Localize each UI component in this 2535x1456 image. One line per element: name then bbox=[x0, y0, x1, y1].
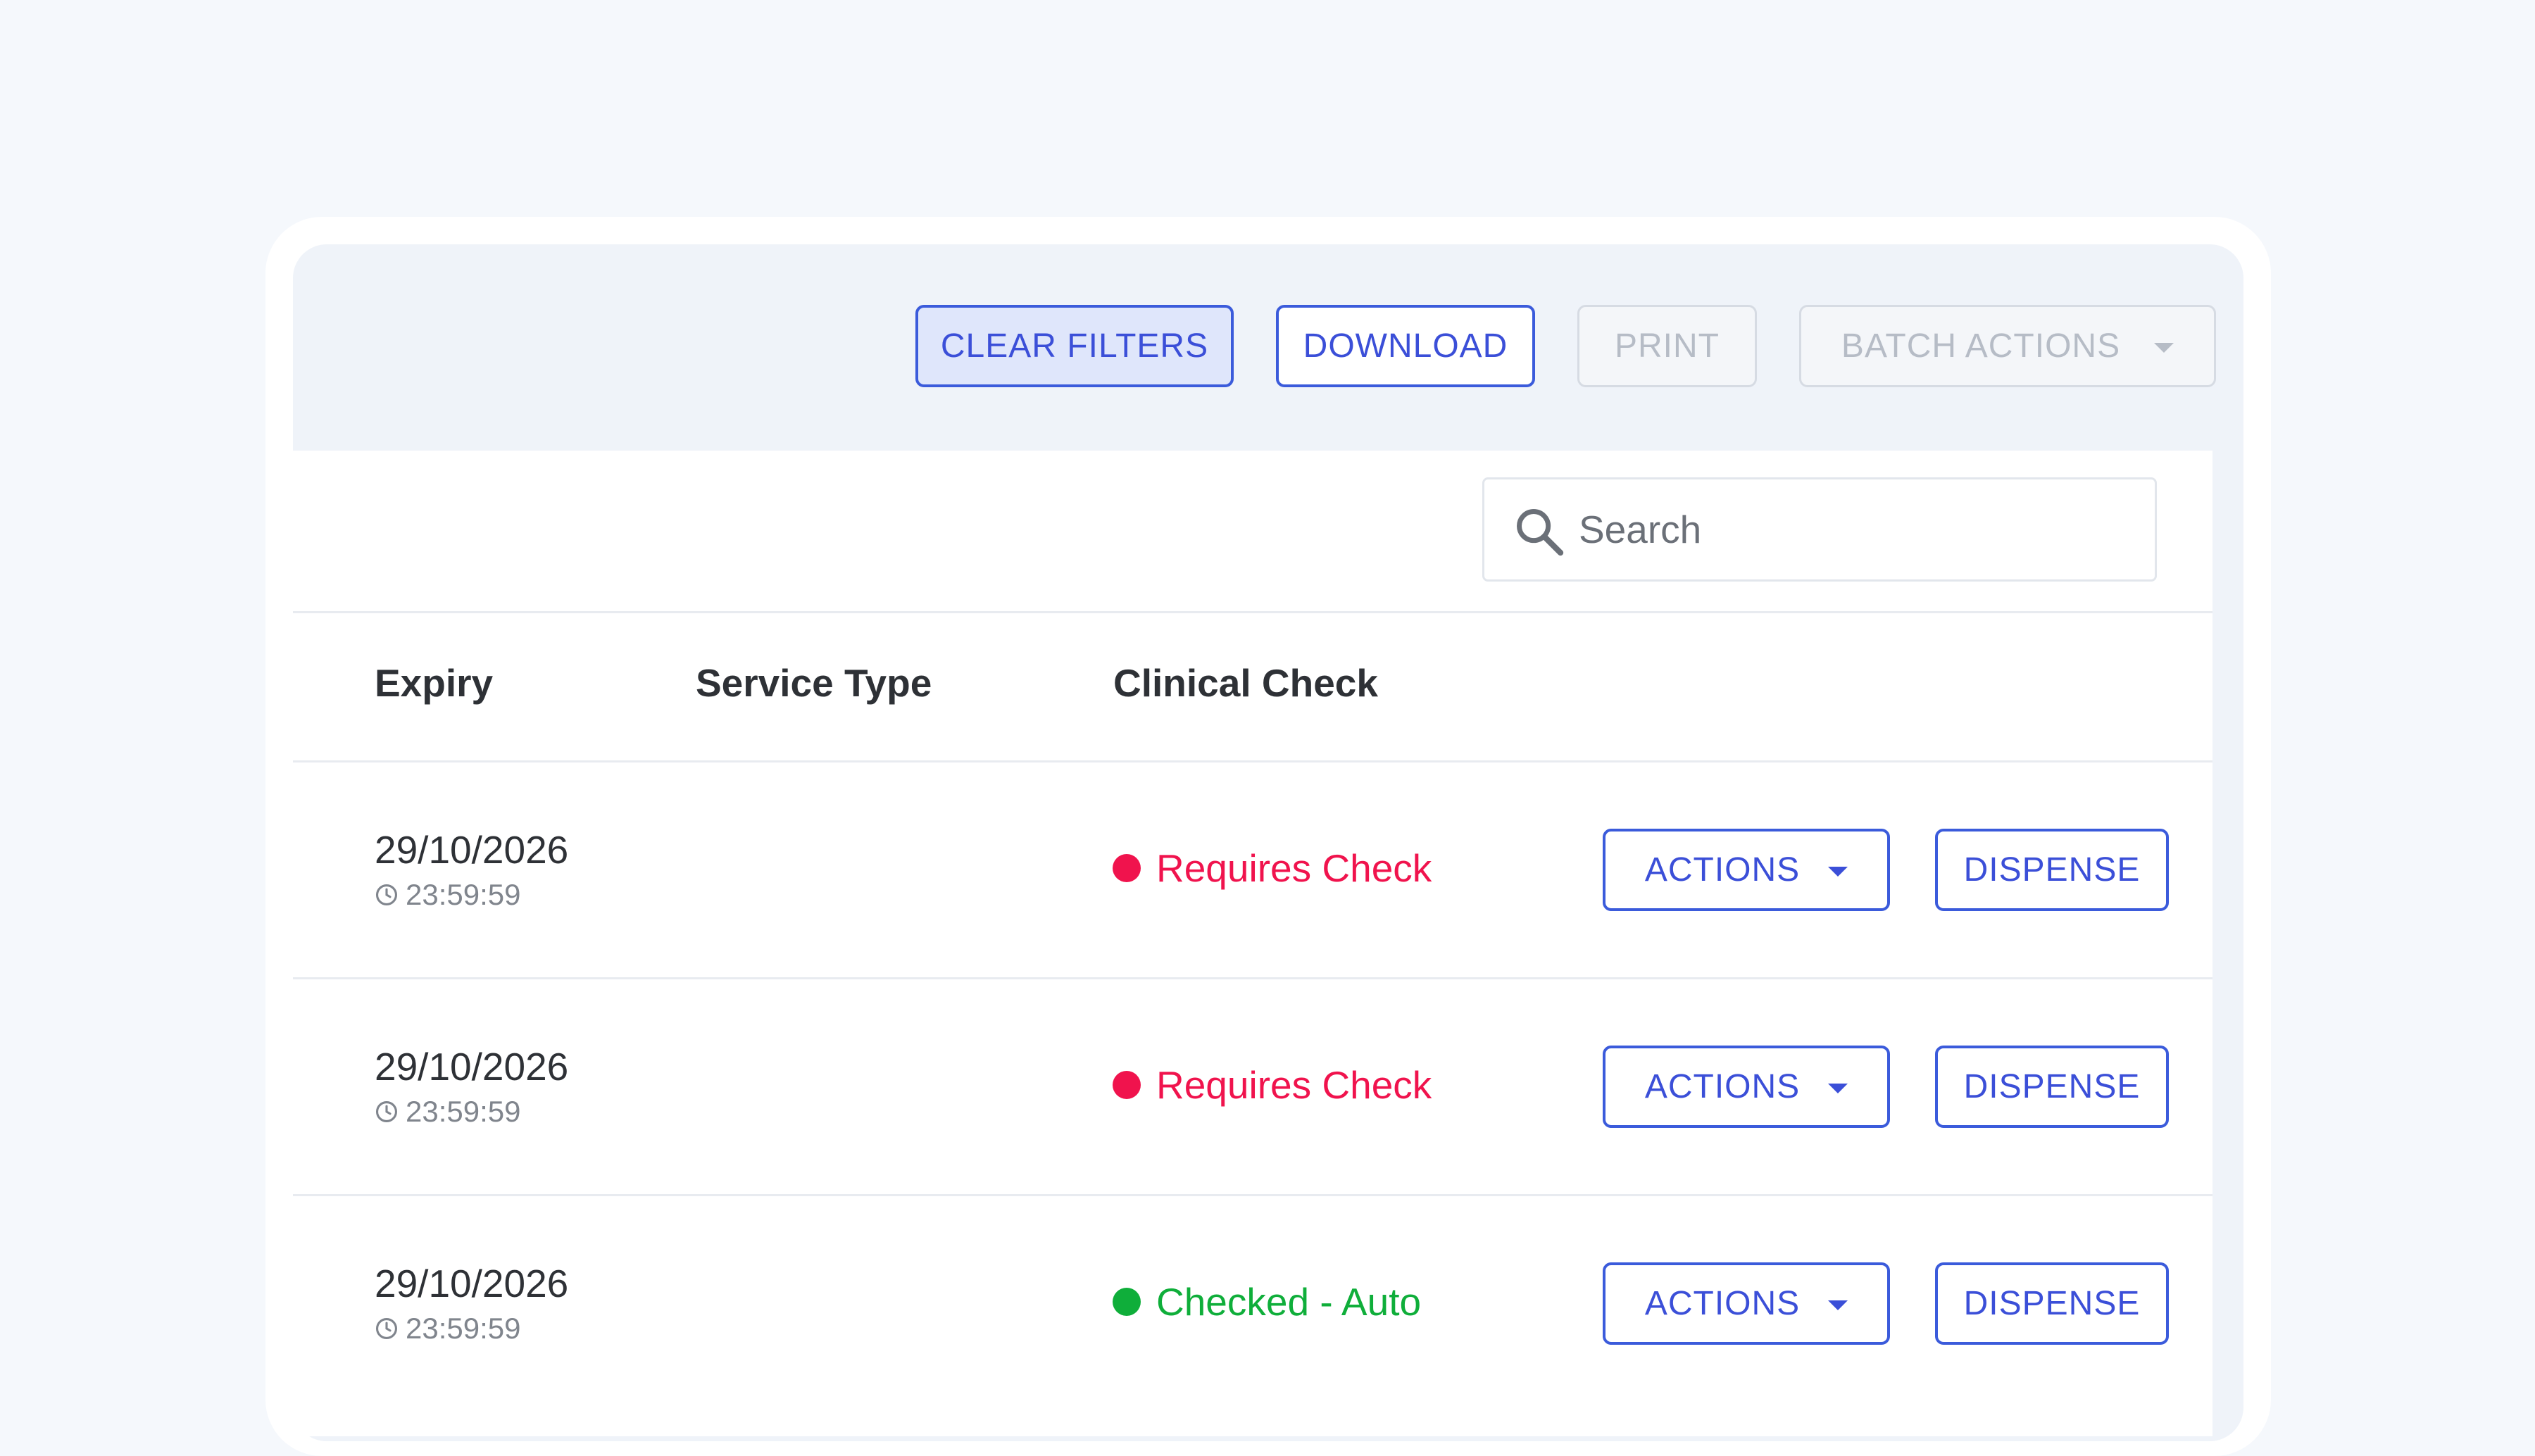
dispense-button[interactable]: DISPENSE bbox=[1935, 1262, 2169, 1345]
status-dot-icon bbox=[1113, 1288, 1141, 1316]
download-button[interactable]: DOWNLOAD bbox=[1276, 305, 1535, 387]
actions-label: ACTIONS bbox=[1644, 1068, 1801, 1105]
batch-actions-label: BATCH ACTIONS bbox=[1841, 327, 2121, 365]
expiry-date: 29/10/2026 bbox=[375, 1045, 569, 1088]
clinical-check-text: Requires Check bbox=[1156, 846, 1432, 890]
dispense-label: DISPENSE bbox=[1963, 1068, 2141, 1105]
download-label: DOWNLOAD bbox=[1303, 327, 1508, 365]
clinical-check-status: Checked - Auto bbox=[1113, 1274, 1421, 1330]
table-row: 29/10/2026 23:59:59 Requires Check ACTIO… bbox=[293, 979, 2212, 1194]
dispense-label: DISPENSE bbox=[1963, 851, 2141, 889]
divider bbox=[293, 611, 2212, 613]
print-button[interactable]: PRINT bbox=[1577, 305, 1757, 387]
print-label: PRINT bbox=[1615, 327, 1720, 365]
column-header-clinical-check[interactable]: Clinical Check bbox=[1113, 655, 1378, 711]
expiry-date: 29/10/2026 bbox=[375, 1262, 569, 1305]
search-placeholder: Search bbox=[1579, 508, 1702, 551]
expiry-time: 23:59:59 bbox=[375, 1309, 521, 1348]
clinical-check-text: Requires Check bbox=[1156, 1063, 1432, 1107]
clinical-check-status: Requires Check bbox=[1113, 1057, 1432, 1113]
clear-filters-button[interactable]: CLEAR FILTERS bbox=[915, 305, 1234, 387]
actions-button[interactable]: ACTIONS bbox=[1603, 829, 1890, 911]
clinical-check-text: Checked - Auto bbox=[1156, 1280, 1422, 1324]
dispense-button[interactable]: DISPENSE bbox=[1935, 829, 2169, 911]
expiry-time-text: 23:59:59 bbox=[406, 878, 521, 911]
status-dot-icon bbox=[1113, 854, 1141, 882]
chevron-down-icon bbox=[1828, 1083, 1848, 1093]
chevron-down-icon bbox=[1828, 1300, 1848, 1310]
table-row: 29/10/2026 23:59:59 Checked - Auto ACTIO… bbox=[293, 1196, 2212, 1411]
clinical-check-status: Requires Check bbox=[1113, 840, 1432, 896]
clock-icon bbox=[375, 1317, 398, 1340]
clock-icon bbox=[375, 884, 398, 906]
dispense-button[interactable]: DISPENSE bbox=[1935, 1046, 2169, 1128]
status-dot-icon bbox=[1113, 1071, 1141, 1099]
actions-button[interactable]: ACTIONS bbox=[1603, 1262, 1890, 1345]
search-input[interactable]: Search bbox=[1482, 477, 2157, 582]
clear-filters-label: CLEAR FILTERS bbox=[940, 327, 1209, 365]
chevron-down-icon bbox=[1828, 866, 1848, 877]
search-icon bbox=[1517, 509, 1564, 556]
actions-button[interactable]: ACTIONS bbox=[1603, 1046, 1890, 1128]
clock-icon bbox=[375, 1100, 398, 1123]
batch-actions-button[interactable]: BATCH ACTIONS bbox=[1799, 305, 2216, 387]
expiry-date: 29/10/2026 bbox=[375, 828, 569, 872]
chevron-down-icon bbox=[2154, 342, 2174, 353]
expiry-time: 23:59:59 bbox=[375, 1092, 521, 1131]
dispense-label: DISPENSE bbox=[1963, 1285, 2141, 1322]
actions-label: ACTIONS bbox=[1644, 851, 1801, 889]
column-header-expiry[interactable]: Expiry bbox=[375, 655, 493, 711]
column-header-service-type[interactable]: Service Type bbox=[696, 655, 932, 711]
actions-label: ACTIONS bbox=[1644, 1285, 1801, 1322]
expiry-time-text: 23:59:59 bbox=[406, 1312, 521, 1345]
table-row: 29/10/2026 23:59:59 Requires Check ACTIO… bbox=[293, 762, 2212, 977]
expiry-time-text: 23:59:59 bbox=[406, 1095, 521, 1128]
expiry-time: 23:59:59 bbox=[375, 875, 521, 915]
